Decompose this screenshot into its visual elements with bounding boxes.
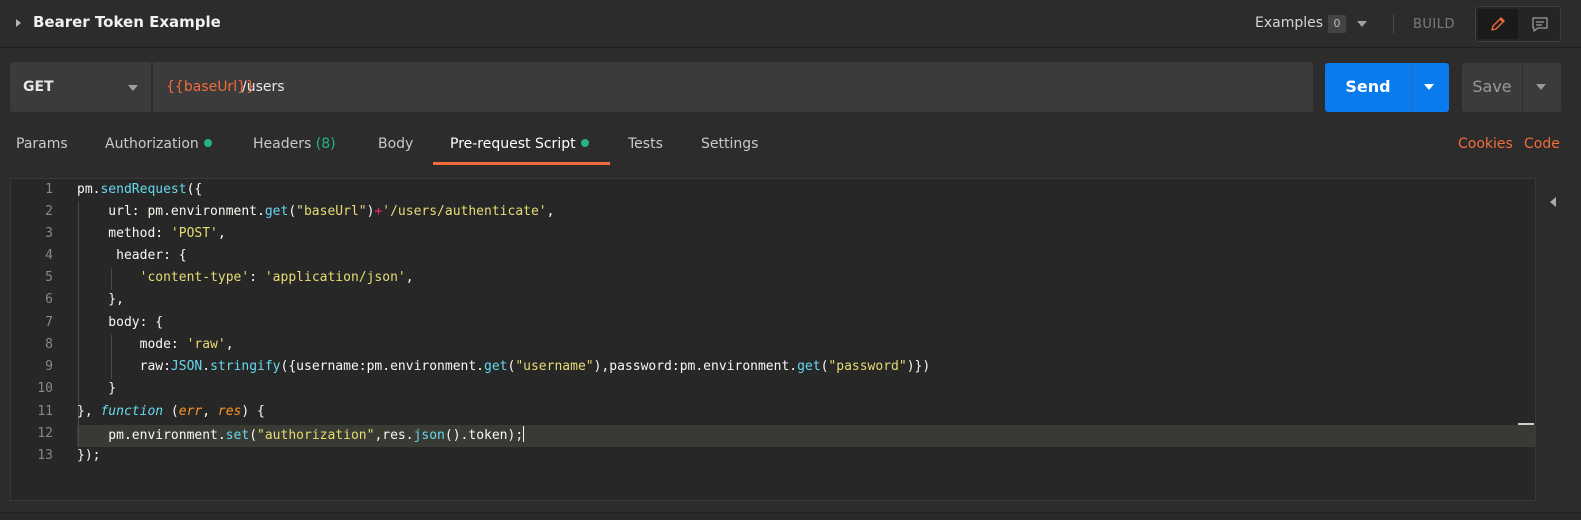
- status-dot: [203, 139, 212, 147]
- tab-tests[interactable]: Tests: [628, 136, 663, 152]
- line-number: 8: [45, 337, 53, 352]
- line-number: 10: [37, 381, 53, 396]
- text-cursor: [523, 426, 525, 442]
- status-dot: [580, 139, 589, 147]
- code-line: header: {: [77, 248, 187, 263]
- expand-caret-icon[interactable]: [16, 19, 21, 27]
- save-options-chevron-down-icon[interactable]: [1536, 84, 1546, 90]
- tab-pre-request-script[interactable]: Pre-request Script: [450, 136, 589, 152]
- method-select[interactable]: GET: [10, 62, 152, 112]
- bottom-edge: [0, 512, 1581, 520]
- request-tabs: Params Authorization Headers (8) Body Pr…: [0, 128, 1581, 168]
- headers-count: (8): [315, 136, 336, 152]
- examples-label[interactable]: Examples: [1255, 15, 1323, 31]
- active-tab-indicator: [433, 162, 610, 165]
- tab-settings[interactable]: Settings: [701, 136, 758, 152]
- line-number: 2: [45, 204, 53, 219]
- examples-chevron-down-icon[interactable]: [1357, 21, 1367, 27]
- request-name[interactable]: Bearer Token Example: [33, 13, 221, 31]
- code-line: 'content-type': 'application/json',: [139, 270, 414, 285]
- code-line: pm.environment.set("authorization",res.j…: [77, 426, 525, 443]
- collapse-panel-icon[interactable]: [1550, 197, 1556, 207]
- cookies-link[interactable]: Cookies: [1458, 136, 1513, 152]
- code-line: pm.sendRequest({: [77, 182, 203, 197]
- code-line: raw:JSON.stringify({username:pm.environm…: [77, 359, 931, 374]
- line-number-gutter: 1 2 3 4 5 6 7 8 9 10 11 12 13: [11, 179, 67, 500]
- comment-icon: [1532, 17, 1548, 32]
- code-line: },: [77, 292, 124, 307]
- line-number: 12: [37, 426, 53, 441]
- code-line: }: [77, 381, 117, 396]
- send-button[interactable]: Send: [1325, 63, 1449, 112]
- code-link[interactable]: Code: [1524, 136, 1560, 152]
- code-line: url: pm.environment.get("baseUrl")+'/use…: [77, 204, 555, 219]
- request-title-bar: Bearer Token Example Examples 0 BUILD: [0, 0, 1581, 48]
- line-number: 1: [45, 182, 53, 197]
- code-line: }, function (err, res) {: [77, 404, 265, 419]
- send-label: Send: [1345, 77, 1391, 96]
- divider: [1393, 14, 1394, 34]
- line-number: 6: [45, 292, 53, 307]
- divider: [1411, 63, 1412, 112]
- mode-toggle: [1475, 6, 1561, 42]
- line-number: 4: [45, 248, 53, 263]
- chevron-down-icon: [128, 85, 138, 91]
- tab-body[interactable]: Body: [378, 136, 413, 152]
- comment-mode-button[interactable]: [1520, 9, 1560, 39]
- tab-headers[interactable]: Headers (8): [253, 136, 336, 152]
- build-label: BUILD: [1413, 17, 1456, 32]
- code-line: method: 'POST',: [77, 226, 226, 241]
- code-line: });: [77, 448, 101, 463]
- scrollbar-marker[interactable]: [1518, 423, 1534, 425]
- send-options-chevron-down-icon[interactable]: [1424, 84, 1434, 90]
- script-editor[interactable]: 1 2 3 4 5 6 7 8 9 10 11 12 13 pm.sendReq…: [10, 178, 1536, 501]
- line-number: 13: [37, 448, 53, 463]
- tab-authorization[interactable]: Authorization: [105, 136, 212, 152]
- line-number: 7: [45, 315, 53, 330]
- url-input[interactable]: {{baseUrl}} /users: [153, 62, 1313, 112]
- line-number: 9: [45, 359, 53, 374]
- save-label: Save: [1472, 77, 1512, 96]
- tab-params[interactable]: Params: [16, 136, 68, 152]
- code-line: mode: 'raw',: [77, 337, 234, 352]
- code-line: body: {: [77, 315, 164, 330]
- line-number: 5: [45, 270, 53, 285]
- method-label: GET: [23, 79, 54, 95]
- line-number: 3: [45, 226, 53, 241]
- save-button[interactable]: Save: [1462, 63, 1561, 112]
- line-number: 11: [37, 404, 53, 419]
- edit-mode-button[interactable]: [1478, 9, 1518, 39]
- examples-count-badge: 0: [1328, 15, 1346, 33]
- url-path: /users: [242, 79, 285, 95]
- divider: [1522, 63, 1523, 112]
- pencil-icon: [1491, 17, 1505, 31]
